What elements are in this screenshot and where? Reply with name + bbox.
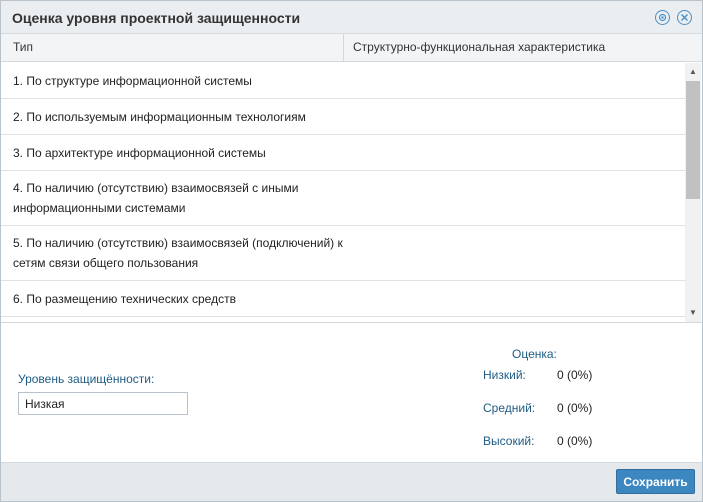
scrollbar-thumb[interactable] bbox=[686, 81, 700, 199]
table-row[interactable]: 4. По наличию (отсутствию) взаимосвязей … bbox=[1, 171, 685, 226]
score-high-value: 0 (0%) bbox=[557, 434, 593, 448]
dialog-footer: Сохранить bbox=[1, 462, 702, 501]
scroll-down-icon[interactable]: ▼ bbox=[685, 306, 701, 320]
level-label: Уровень защищённости: bbox=[18, 372, 155, 386]
row-type-cell: 3. По архитектуре информационной системы bbox=[13, 145, 266, 160]
dialog: Оценка уровня проектной защищенности Тип… bbox=[0, 0, 703, 502]
table-row[interactable]: 5. По наличию (отсутствию) взаимосвязей … bbox=[1, 226, 685, 281]
help-icon[interactable] bbox=[655, 10, 670, 25]
table-row[interactable]: 1. По структуре информационной системы bbox=[1, 63, 685, 99]
grid-scrollbar[interactable]: ▲ ▼ bbox=[685, 63, 701, 322]
level-field[interactable] bbox=[18, 392, 188, 415]
close-icon[interactable] bbox=[677, 10, 692, 25]
row-type-cell: 1. По структуре информационной системы bbox=[13, 73, 252, 88]
dialog-title: Оценка уровня проектной защищенности bbox=[12, 10, 301, 26]
title-bar: Оценка уровня проектной защищенности bbox=[1, 1, 702, 34]
table-row[interactable]: 2. По используемым информационным технол… bbox=[1, 99, 685, 135]
score-low-value: 0 (0%) bbox=[557, 368, 593, 382]
divider bbox=[1, 322, 702, 323]
column-separator[interactable] bbox=[343, 34, 344, 61]
score-high-label: Высокий: bbox=[483, 434, 535, 448]
row-type-cell: 2. По используемым информационным технол… bbox=[13, 109, 306, 124]
score-title: Оценка: bbox=[512, 347, 557, 361]
column-header-characteristic[interactable]: Структурно-функциональная характеристика bbox=[353, 34, 605, 61]
save-button[interactable]: Сохранить bbox=[616, 469, 695, 494]
grid-body: 1. По структуре информационной системы 2… bbox=[1, 63, 685, 321]
row-type-cell: 4. По наличию (отсутствию) взаимосвязей … bbox=[13, 181, 299, 215]
score-medium-value: 0 (0%) bbox=[557, 401, 593, 415]
grid-header: Тип Структурно-функциональная характерис… bbox=[1, 34, 702, 62]
column-header-type[interactable]: Тип bbox=[13, 34, 33, 61]
table-row[interactable]: 6. По размещению технических средств bbox=[1, 281, 685, 317]
scroll-up-icon[interactable]: ▲ bbox=[685, 65, 701, 79]
row-type-cell: 6. По размещению технических средств bbox=[13, 291, 236, 306]
score-low-label: Низкий: bbox=[483, 368, 526, 382]
row-type-cell: 5. По наличию (отсутствию) взаимосвязей … bbox=[13, 236, 343, 270]
score-medium-label: Средний: bbox=[483, 401, 536, 415]
table-row[interactable]: 3. По архитектуре информационной системы bbox=[1, 135, 685, 171]
